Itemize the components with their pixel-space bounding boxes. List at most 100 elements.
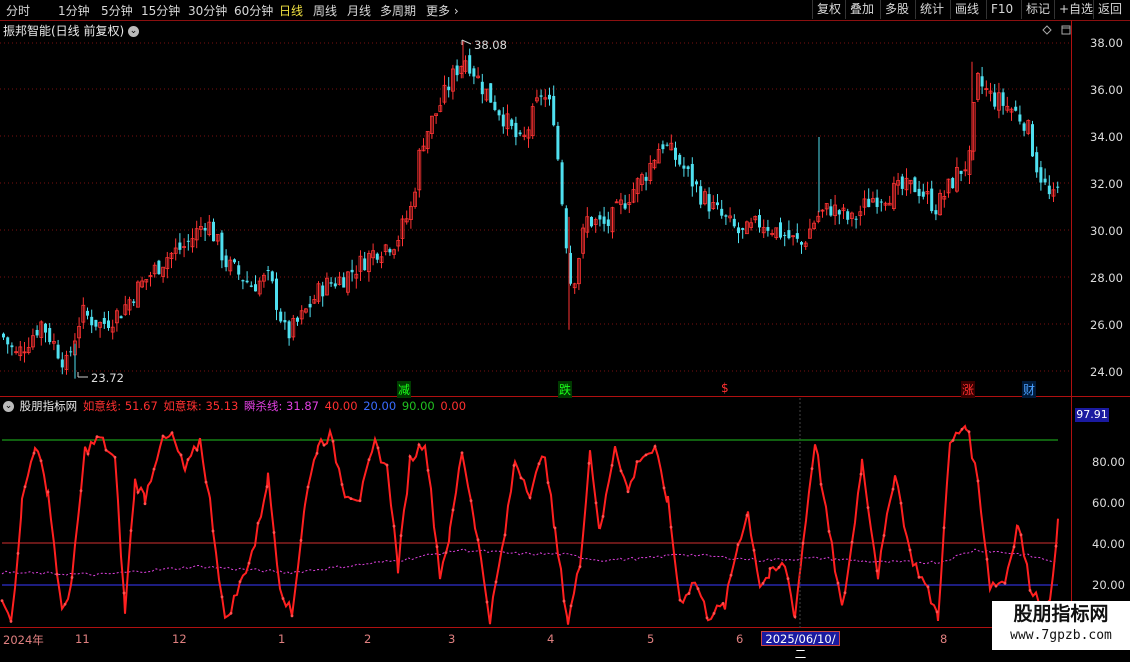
candle: [207, 214, 212, 237]
candle: [711, 195, 716, 211]
candle: [161, 266, 166, 283]
ruyi-pearl-dot: [768, 567, 772, 570]
candle: [2, 332, 5, 341]
candle: [505, 104, 510, 136]
candle: [115, 308, 119, 332]
ruyi-pearl-dot: [967, 430, 971, 434]
chart-canvas[interactable]: [0, 0, 1130, 650]
ruyi-pearl-dot: [46, 490, 50, 494]
candle: [69, 346, 73, 357]
candle: [135, 280, 140, 308]
candle: [980, 66, 984, 95]
candle: [833, 194, 837, 225]
window-icon[interactable]: [1061, 25, 1071, 35]
ruyi-pearl-dot: [376, 446, 380, 450]
candle: [383, 243, 388, 256]
candle: [173, 238, 178, 261]
candle: [6, 336, 10, 354]
candle: [287, 319, 291, 346]
candle: [686, 165, 690, 177]
candle: [951, 176, 955, 189]
candle: [824, 203, 829, 216]
candle: [556, 121, 560, 161]
candle: [590, 216, 593, 228]
price-tick: 24.00: [1090, 365, 1123, 379]
candle: [695, 179, 698, 193]
ruyi-pearl-dot: [721, 602, 725, 605]
candle: [934, 204, 938, 221]
candle: [1047, 175, 1051, 200]
candle: [447, 77, 451, 98]
ruyi-pearl-dot: [705, 616, 709, 620]
candle: [745, 220, 749, 235]
candle: [463, 55, 468, 74]
diamond-icon[interactable]: [1042, 25, 1052, 35]
ruyi-pearl-dot: [594, 501, 598, 505]
ruyi-pearl-dots: [0, 427, 1058, 623]
candle: [303, 307, 308, 314]
candle: [846, 208, 850, 225]
candle: [501, 107, 505, 134]
candle: [614, 199, 619, 204]
kline-title: 振邦智能(日线 前复权) ⌄: [3, 22, 140, 39]
ruyi-pearl-dot: [653, 444, 657, 448]
candle: [388, 247, 392, 256]
candle: [707, 187, 711, 219]
candle: [774, 227, 779, 240]
candle: [198, 217, 203, 237]
candle: [241, 279, 245, 290]
candle: [699, 180, 703, 209]
candle: [144, 279, 149, 290]
candle: [404, 210, 409, 225]
candle: [875, 189, 879, 214]
candle: [942, 190, 947, 208]
candle: [489, 83, 493, 103]
candle: [429, 115, 434, 139]
event-marker-rise[interactable]: 涨: [961, 381, 976, 398]
ruyi-pearl-dot: [238, 580, 242, 584]
candle: [548, 87, 551, 106]
candle: [572, 282, 577, 294]
candle: [955, 157, 959, 193]
ruyi-pearl-dot: [836, 581, 840, 585]
ruyi-pearl-dot: [63, 602, 67, 606]
candle: [64, 350, 69, 375]
event-marker-finance[interactable]: 财: [1022, 381, 1037, 398]
candle: [484, 88, 489, 102]
event-marker-reduce[interactable]: 减: [397, 381, 412, 398]
candle: [275, 272, 278, 321]
legend-0: 0.00: [440, 399, 467, 413]
indicator-name[interactable]: 股朋指标网: [20, 399, 78, 413]
candle: [1035, 146, 1039, 178]
ruyi-pearl-dot: [696, 587, 700, 591]
chevron-down-icon[interactable]: ⌄: [128, 26, 140, 37]
candle: [86, 307, 89, 320]
event-marker-dollar[interactable]: $: [720, 381, 730, 395]
event-marker-drop[interactable]: 跌: [558, 381, 573, 398]
candle: [270, 270, 274, 284]
chevron-down-icon[interactable]: ⌄: [3, 401, 14, 412]
candle: [408, 201, 413, 229]
candle: [816, 210, 821, 224]
candle: [1009, 107, 1014, 121]
candle: [808, 218, 812, 239]
candle: [904, 168, 909, 196]
candle: [18, 340, 23, 361]
candle: [732, 214, 736, 229]
candle: [421, 138, 426, 152]
ruyi-pearl-dot: [444, 551, 448, 555]
candle: [396, 235, 401, 252]
candle: [127, 296, 132, 316]
indicator-tick: 60.00: [1092, 496, 1125, 510]
candle: [94, 319, 98, 331]
ruyi-pearl-dot: [204, 480, 208, 484]
candle: [930, 180, 934, 214]
candle: [690, 157, 694, 197]
ruyi-pearl-dot: [272, 531, 276, 534]
ruyi-pearl-dot: [1028, 589, 1032, 592]
candle: [366, 250, 371, 282]
candle: [1001, 88, 1005, 115]
candle: [938, 189, 942, 216]
price-tick: 34.00: [1090, 130, 1123, 144]
ruyi-pearl-dot: [408, 455, 412, 458]
